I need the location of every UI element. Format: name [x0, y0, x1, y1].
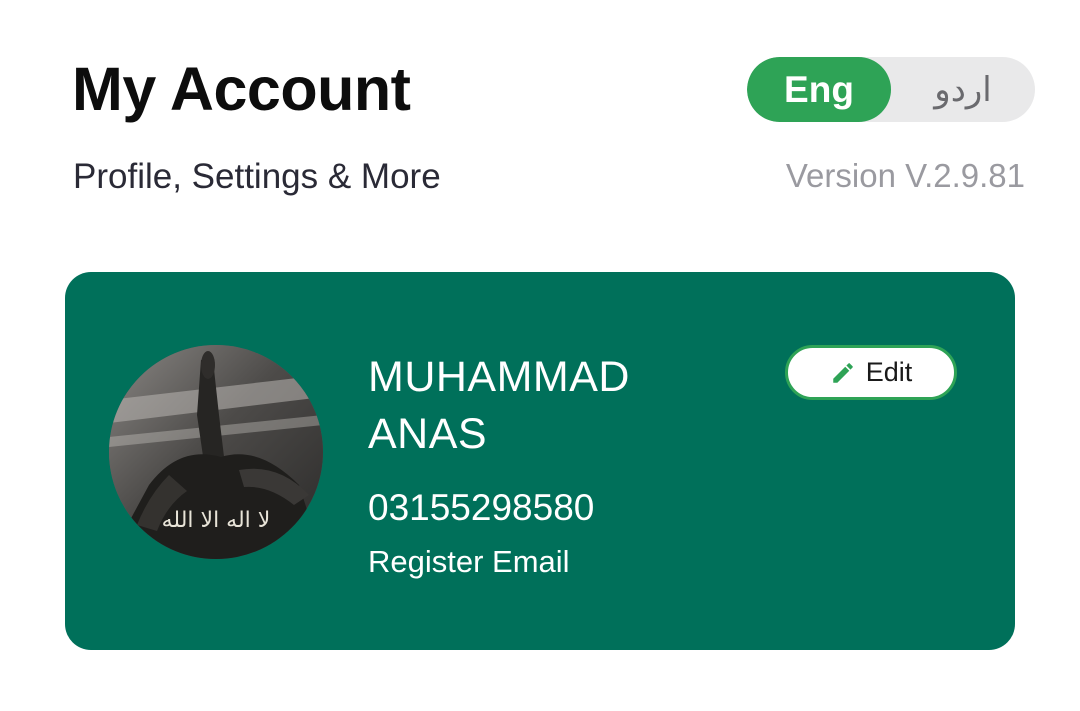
avatar[interactable]: لا اله الا الله — [109, 345, 323, 559]
profile-card: لا اله الا الله MUHAMMAD ANAS 0315529858… — [65, 272, 1015, 650]
edit-button-label: Edit — [865, 357, 913, 387]
avatar-photo: لا اله الا الله — [109, 345, 323, 559]
register-email-link[interactable]: Register Email — [368, 543, 570, 580]
user-phone-number: 03155298580 — [368, 487, 595, 528]
avatar-calligraphy-caption: لا اله الا الله — [162, 508, 271, 533]
page-title: My Account — [72, 55, 411, 123]
page-subtitle: Profile, Settings & More — [73, 157, 441, 196]
language-toggle[interactable]: Eng اردو — [747, 57, 1035, 122]
language-option-urdu[interactable]: اردو — [891, 57, 1035, 122]
app-version-label: Version V.2.9.81 — [785, 157, 1025, 194]
pencil-icon — [830, 360, 856, 386]
user-name: MUHAMMAD ANAS — [368, 353, 630, 458]
language-option-english[interactable]: Eng — [747, 57, 891, 122]
edit-profile-button[interactable]: Edit — [785, 345, 957, 400]
